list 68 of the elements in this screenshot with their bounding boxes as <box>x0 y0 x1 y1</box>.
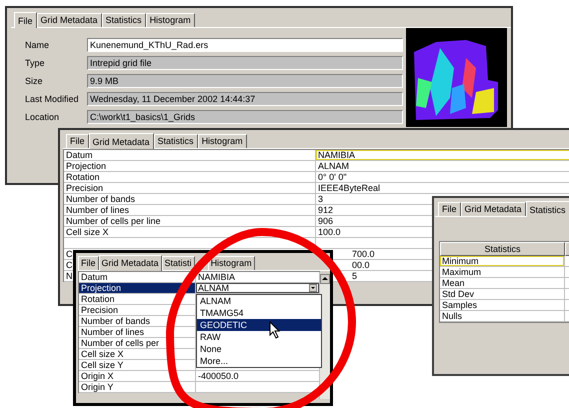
dropdown-option[interactable]: ALNAM <box>197 295 321 307</box>
scroll-up-icon[interactable] <box>320 274 330 284</box>
table-cell: NAMIBIA <box>196 272 320 283</box>
tab[interactable]: Grid Metadata <box>460 202 526 216</box>
table-cell: Minimum <box>440 256 565 267</box>
table-cell: Rotation <box>64 172 316 183</box>
column-header: Statistics <box>440 242 565 256</box>
table-cell: Precision <box>64 183 316 194</box>
table-cell: Rotation <box>79 294 196 305</box>
table-cell: Maximum <box>440 267 565 278</box>
table-cell: Cell size X <box>79 349 196 360</box>
table-cell: Cell size Y <box>79 360 196 371</box>
table-cell: Precision <box>79 305 196 316</box>
text-field[interactable]: C:\work\t1_basics\1_Grids <box>87 110 403 124</box>
table-cell: Number of bands <box>79 316 196 327</box>
projection-combo[interactable]: ALNAM <box>196 283 320 294</box>
field-label: Location <box>25 112 60 122</box>
table-cell: 0° 0' 0" <box>316 172 569 183</box>
table-cell: NAMIBIA <box>316 150 569 161</box>
table-cell: Number of bands <box>64 194 316 205</box>
text-field[interactable]: 9.9 MB <box>87 74 403 88</box>
table-cell: Std Dev <box>440 289 565 300</box>
dropdown-option[interactable]: None <box>197 343 321 355</box>
tab[interactable]: Statisti <box>162 256 195 270</box>
tab[interactable]: Grid Metadata <box>88 133 154 149</box>
tab[interactable]: Histogram <box>198 134 247 148</box>
tab[interactable]: Histogram <box>208 256 255 270</box>
table-cell: Mean <box>440 278 565 289</box>
tab[interactable]: File <box>66 134 89 148</box>
table-cell: IEEE4ByteReal <box>316 183 569 194</box>
mouse-cursor-icon <box>270 320 280 339</box>
dropdown-option[interactable]: GEODETIC <box>197 319 321 331</box>
tab[interactable]: Statistics <box>102 13 146 27</box>
text-field[interactable]: Wednesday, 11 December 2002 14:44:37 <box>87 92 403 106</box>
table-cell: Projection <box>64 161 316 172</box>
text-field[interactable]: Kunenemund_KThU_Rad.ers <box>87 38 403 52</box>
field-label: Size <box>25 76 44 86</box>
table-cell: Number of cells per <box>79 338 196 349</box>
table-cell: Number of lines <box>79 327 196 338</box>
field-label: Type <box>25 58 46 68</box>
field-label: Name <box>25 40 50 50</box>
tab[interactable]: Grid Metadata <box>36 13 102 27</box>
dropdown-list[interactable]: ALNAM TMAMG54 GEODETIC RAW None More... <box>196 294 322 368</box>
tab[interactable]: File <box>14 12 37 28</box>
tab[interactable]: Histogram <box>146 13 195 27</box>
dropdown-option[interactable]: More... <box>197 355 321 367</box>
dropdown-option[interactable]: TMAMG54 <box>197 307 321 319</box>
caret-icon[interactable] <box>309 284 317 292</box>
table-cell: Origin X <box>79 371 196 382</box>
table-cell: -400050.0 <box>196 371 320 382</box>
combo-value: ALNAM <box>198 283 230 293</box>
tab[interactable]: Statistics <box>526 201 569 217</box>
table-cell: ALNAM <box>316 161 569 172</box>
dropdown-option[interactable]: RAW <box>197 331 321 343</box>
table-cell: Number of lines <box>64 205 316 216</box>
field-label: Last Modified <box>25 94 80 104</box>
table-cell: Number of cells per line <box>64 216 316 227</box>
tab[interactable]: File <box>438 202 461 216</box>
table-cell: Nulls <box>440 311 565 322</box>
table-cell: Projection <box>79 283 196 294</box>
tab[interactable]: File <box>78 256 99 270</box>
text-field[interactable]: Intrepid grid file <box>87 56 403 70</box>
table-cell: Origin Y <box>79 382 196 393</box>
table-cell: Datum <box>79 272 196 283</box>
tab[interactable]: Grid Metadata <box>98 255 162 271</box>
table-cell: Samples <box>440 300 565 311</box>
tab[interactable]: Statistics <box>154 134 198 148</box>
table-cell: Datum <box>64 150 316 161</box>
